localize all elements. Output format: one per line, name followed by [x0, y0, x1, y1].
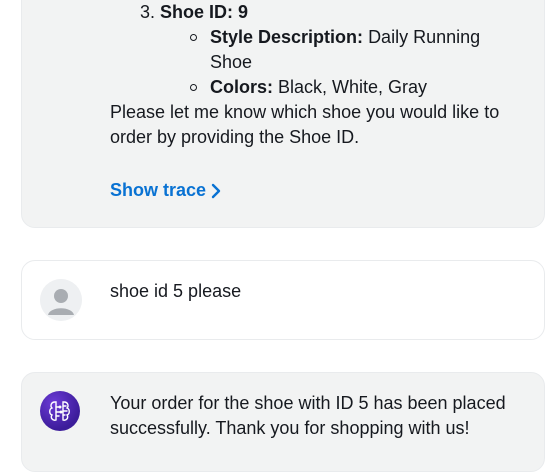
- circle-bullet-icon: [190, 84, 197, 91]
- user-avatar-icon: [40, 279, 82, 321]
- order-prompt-line1: Please let me know which shoe you would …: [110, 102, 500, 122]
- bot-reply-line1: Your order for the shoe with ID 5 has be…: [110, 393, 506, 413]
- show-trace-label: Show trace: [110, 180, 207, 200]
- list-number: 3.: [140, 2, 156, 22]
- style-value: Daily Running: [368, 27, 481, 47]
- colors-item: Colors: Black, White, Gray: [210, 75, 510, 100]
- ordered-list-item-3: 3. Shoe ID: 9: [140, 0, 248, 25]
- style-description-item: Style Description: Daily Running: [210, 25, 510, 50]
- colors-value: Black, White, Gray: [278, 77, 428, 97]
- style-value-line2: Shoe: [210, 52, 253, 72]
- chevron-right-icon: [211, 183, 221, 198]
- style-value-continued: Shoe: [210, 50, 510, 75]
- colors-label: Colors:: [210, 77, 273, 97]
- circle-bullet-icon: [190, 34, 197, 41]
- bot-brain-icon: [40, 391, 80, 431]
- order-prompt-line2: order by providing the Shoe ID.: [110, 127, 360, 147]
- user-message-card: [21, 260, 545, 340]
- shoe-id-heading: Shoe ID: 9: [160, 2, 249, 22]
- show-trace-link[interactable]: Show trace: [110, 178, 222, 203]
- bot-reply-line2: successfully. Thank you for shopping wit…: [110, 418, 470, 438]
- user-message-text: shoe id 5 please: [110, 281, 242, 301]
- style-label: Style Description:: [210, 27, 364, 47]
